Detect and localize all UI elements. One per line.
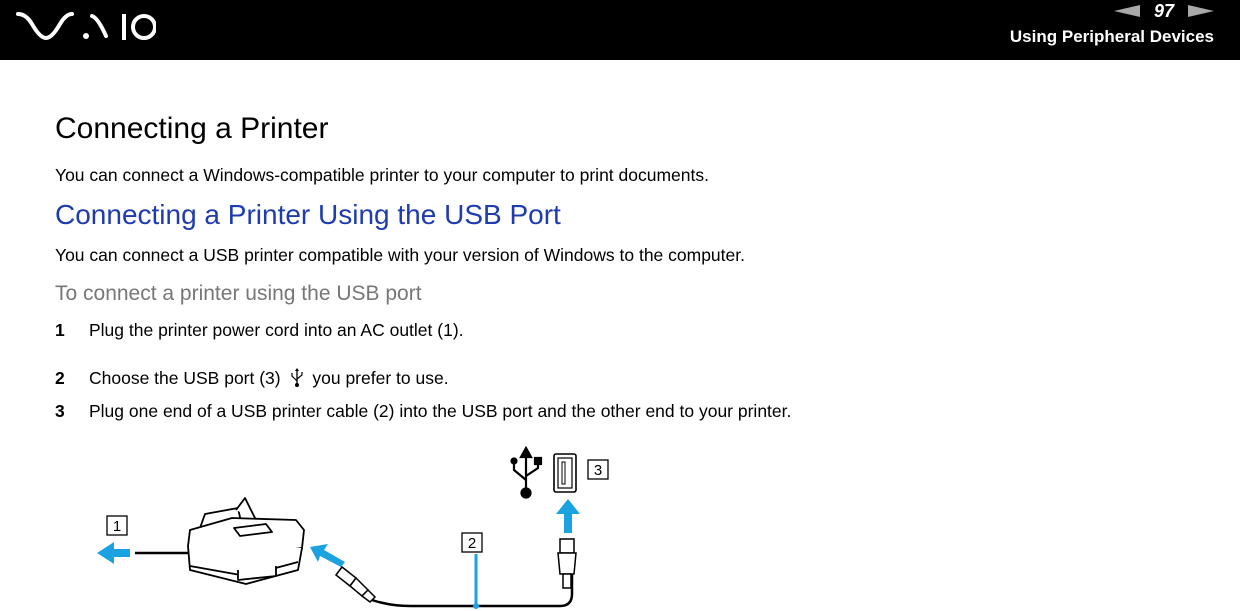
up-arrow-icon	[556, 499, 580, 533]
arrow-right-icon[interactable]	[1188, 5, 1214, 17]
usb-symbol-icon	[510, 445, 543, 499]
procedure-title: To connect a printer using the USB port	[55, 282, 422, 305]
callout-3: 3	[587, 459, 609, 480]
step-number: 2	[55, 368, 65, 388]
step-number: 1	[55, 320, 65, 340]
arrow-left-icon[interactable]	[1113, 5, 1140, 17]
step-text: Plug one end of a USB printer cable (2) …	[89, 401, 792, 421]
svg-text:3: 3	[594, 462, 602, 479]
usb-cable	[371, 572, 574, 608]
step-1: 1 Plug the printer power cord into an AC …	[55, 320, 464, 341]
page-header: 97 Using Peripheral Devices	[0, 0, 1240, 60]
subsection-title: Connecting a Printer Using the USB Port	[55, 199, 561, 230]
vaio-logo	[16, 12, 156, 41]
section-title: Using Peripheral Devices	[1009, 27, 1214, 46]
svg-text:1: 1	[113, 518, 121, 535]
callout-2: 2	[461, 532, 483, 553]
page-navigation: 97	[1113, 0, 1214, 22]
step-2: 2 Choose the USB port (3) you prefer to u…	[55, 368, 449, 389]
usb-port-icon	[553, 453, 577, 493]
page-title: Connecting a Printer	[55, 112, 329, 145]
callout-1: 1	[106, 515, 128, 536]
power-arrow-icon	[97, 542, 190, 564]
svg-text:2: 2	[468, 535, 476, 552]
usb-a-plug-icon	[557, 538, 577, 589]
intro-text: You can connect a Windows-compatible pri…	[55, 165, 709, 185]
usb-b-plug-icon	[334, 565, 377, 603]
step-text: Plug the printer power cord into an AC o…	[89, 320, 464, 340]
step-text: Choose the USB port (3)	[89, 368, 281, 388]
subsection-intro: You can connect a USB printer compatible…	[55, 245, 745, 265]
step-text-after: you prefer to use.	[312, 368, 449, 388]
connector-arrow-icon	[310, 544, 345, 567]
step-number: 3	[55, 401, 65, 421]
printer-icon	[187, 497, 305, 585]
usb-icon	[290, 368, 303, 387]
page-number: 97	[1153, 0, 1174, 21]
step-3: 3 Plug one end of a USB printer cable (2)…	[55, 401, 791, 422]
